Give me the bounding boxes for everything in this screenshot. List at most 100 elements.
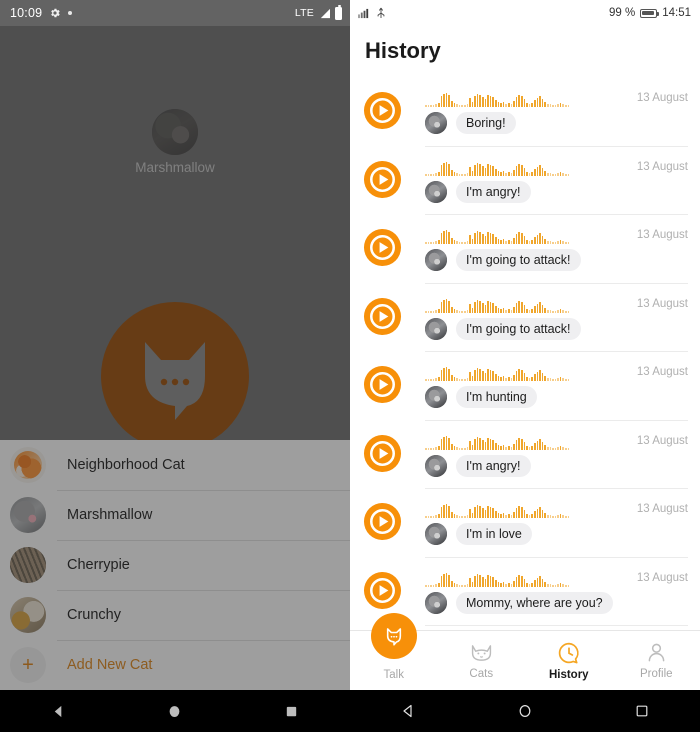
list-item[interactable]: Marshmallow: [0, 490, 350, 540]
history-date: 13 August: [636, 503, 688, 515]
list-item[interactable]: Crunchy: [0, 590, 350, 640]
waveform: [425, 156, 605, 176]
left-phone-screen: Marshmallow Neighborhood Cat Marshmallow: [0, 0, 350, 732]
message-text: I'm going to attack!: [456, 249, 581, 271]
avatar: [425, 523, 447, 545]
play-icon: [363, 160, 402, 198]
talk-fab-button[interactable]: [370, 613, 417, 659]
cat-name: Neighborhood Cat: [67, 457, 185, 473]
gear-icon: [51, 8, 60, 18]
history-row[interactable]: 13 August I'm angry!: [350, 421, 700, 490]
waveform: [425, 430, 605, 450]
history-date: 13 August: [636, 434, 688, 447]
message-text: Mommy, where are you?: [456, 591, 613, 614]
tab-talk[interactable]: Talk: [350, 613, 438, 690]
avatar: [425, 386, 447, 408]
status-clock: 10:09: [10, 6, 43, 20]
history-message: I'm angry!: [425, 180, 531, 203]
play-icon: [363, 365, 402, 404]
talk-hero: Marshmallow: [0, 26, 350, 450]
history-message: I'm going to attack!: [425, 249, 581, 271]
cat-name: Crunchy: [67, 607, 121, 623]
dot-icon: [68, 11, 73, 15]
avatar: [10, 447, 46, 483]
list-item[interactable]: Cherrypie: [0, 540, 350, 590]
network-type-label: LTE: [294, 7, 314, 19]
avatar: [425, 591, 447, 614]
history-row[interactable]: 13 August I'm angry!: [350, 147, 700, 216]
history-row[interactable]: 13 August Boring!: [350, 78, 700, 147]
waveform: [425, 293, 605, 313]
avatar: [425, 180, 447, 203]
cat-list-sheet: Neighborhood Cat Marshmallow Cherrypie C…: [0, 440, 350, 690]
avatar: [10, 597, 46, 633]
android-nav-bar-right: [350, 690, 700, 732]
left-status-bar: 10:09 LTE: [0, 0, 350, 26]
history-date: 13 August: [636, 571, 688, 584]
page-title: History: [365, 38, 441, 63]
clock-bubble-icon: [558, 642, 579, 663]
bottom-tab-bar: Talk Cats History Profile: [350, 613, 700, 690]
list-item[interactable]: Neighborhood Cat: [0, 440, 350, 490]
history-date: 13 August: [636, 229, 688, 241]
tab-label: Talk: [383, 669, 404, 681]
history-message: I'm going to attack!: [425, 317, 581, 340]
recents-icon[interactable]: [262, 704, 322, 719]
play-button[interactable]: [363, 91, 402, 130]
play-icon: [363, 502, 402, 541]
cat-face-icon: [471, 644, 491, 661]
tab-cats[interactable]: Cats: [438, 631, 526, 690]
avatar: [425, 454, 447, 477]
recents-icon[interactable]: [612, 703, 672, 719]
play-icon: [363, 434, 402, 472]
play-button[interactable]: [363, 434, 402, 473]
home-icon[interactable]: [145, 704, 205, 719]
add-new-cat-label: Add New Cat: [67, 657, 153, 673]
history-row[interactable]: 13 August I'm going to attack!: [350, 215, 700, 284]
waveform: [425, 361, 605, 381]
history-date: 13 August: [636, 160, 688, 173]
selected-cat-name: Marshmallow: [135, 160, 215, 175]
history-row[interactable]: 13 August I'm hunting: [350, 352, 700, 421]
avatar: [10, 547, 46, 583]
back-icon[interactable]: [28, 704, 88, 719]
avatar: [10, 497, 46, 533]
right-phone-screen: 99 % 14:51 History 13 August Boring! 13 Au…: [350, 0, 700, 732]
waveform: [425, 498, 605, 518]
add-new-cat-button[interactable]: + Add New Cat: [0, 640, 350, 690]
battery-icon: [335, 4, 342, 20]
message-text: I'm angry!: [456, 454, 531, 477]
cat-name: Cherrypie: [67, 557, 130, 573]
history-message: I'm hunting: [425, 386, 537, 408]
plus-icon: +: [10, 647, 46, 683]
history-list[interactable]: 13 August Boring! 13 August I'm angry! 13 Au…: [350, 78, 700, 630]
battery-icon: [640, 8, 660, 18]
cat-name: Marshmallow: [67, 507, 153, 523]
selected-cat-avatar[interactable]: [152, 109, 198, 155]
message-text: I'm going to attack!: [456, 317, 581, 340]
battery-percent-label: 99 %: [609, 7, 636, 19]
message-text: I'm angry!: [456, 180, 531, 203]
play-icon: [363, 91, 402, 130]
home-icon[interactable]: [495, 703, 555, 719]
right-status-bar: 99 % 14:51: [350, 0, 700, 26]
back-icon[interactable]: [378, 703, 438, 719]
avatar: [425, 112, 447, 134]
avatar: [425, 317, 447, 340]
history-row[interactable]: 13 August I'm going to attack!: [350, 284, 700, 353]
play-button[interactable]: [363, 571, 402, 610]
play-icon: [363, 571, 402, 609]
play-button[interactable]: [363, 297, 402, 336]
history-row[interactable]: 13 August I'm in love: [350, 489, 700, 558]
play-button[interactable]: [363, 160, 402, 199]
talk-cat-button[interactable]: [101, 302, 249, 450]
play-button[interactable]: [363, 228, 402, 267]
history-message: I'm in love: [425, 523, 532, 545]
play-button[interactable]: [363, 502, 402, 541]
tab-history[interactable]: History: [525, 631, 613, 690]
play-icon: [363, 297, 402, 335]
person-icon: [648, 643, 665, 662]
tab-profile[interactable]: Profile: [613, 631, 700, 690]
play-button[interactable]: [363, 365, 402, 404]
tab-label: History: [548, 668, 589, 681]
